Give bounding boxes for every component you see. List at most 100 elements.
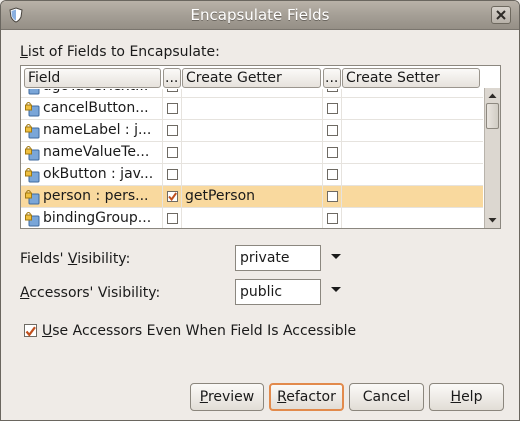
column-header-create-setter[interactable]: Create Setter: [342, 68, 480, 88]
setter-name-cell[interactable]: [342, 120, 483, 142]
field-name: person : pers...: [43, 188, 149, 204]
refactor-button[interactable]: Refactor: [269, 383, 344, 411]
private-field-icon: [24, 89, 40, 95]
setter-name-cell[interactable]: [342, 164, 483, 186]
checkmark-icon: [25, 326, 36, 337]
setter-check-cell: [323, 186, 342, 208]
getter-check-cell: [163, 98, 182, 120]
field-name: okButton : jav...: [43, 166, 154, 182]
scroll-up-icon[interactable]: [485, 89, 500, 102]
private-field-icon: [24, 123, 40, 139]
setter-name-cell[interactable]: [342, 208, 483, 228]
field-name: nameValueTe...: [43, 144, 150, 160]
accessors-visibility-combo[interactable]: public: [235, 279, 321, 305]
getter-name-cell[interactable]: [182, 164, 323, 186]
create-getter-checkbox[interactable]: [167, 213, 178, 224]
private-field-icon: [24, 145, 40, 161]
table-row[interactable]: okButton : jav...: [21, 164, 483, 186]
fields-visibility-dropdown-icon[interactable]: [330, 253, 342, 261]
close-button[interactable]: [491, 6, 511, 24]
create-setter-checkbox[interactable]: [327, 125, 338, 136]
getter-check-cell: [163, 208, 182, 228]
getter-name-cell[interactable]: getPerson: [182, 186, 323, 208]
create-getter-checkbox[interactable]: [167, 147, 178, 158]
table-row[interactable]: person : pers... getPerson: [21, 186, 483, 208]
setter-check-cell: [323, 98, 342, 120]
accessors-visibility-dropdown-icon[interactable]: [330, 286, 342, 294]
private-field-icon: [24, 101, 40, 117]
fields-visibility-combo[interactable]: private: [235, 245, 321, 271]
create-setter-checkbox[interactable]: [327, 103, 338, 114]
table-row[interactable]: bindingGroup...: [21, 208, 483, 228]
setter-check-cell: [323, 208, 342, 228]
scroll-thumb[interactable]: [486, 103, 499, 129]
use-accessors-label[interactable]: Use Accessors Even When Field Is Accessi…: [42, 323, 356, 339]
field-name: agoTaoC.Text...: [43, 89, 148, 97]
setter-check-cell: [323, 142, 342, 164]
table-row[interactable]: nameLabel : j...: [21, 120, 483, 142]
cancel-button[interactable]: Cancel: [349, 383, 424, 411]
column-header-field[interactable]: Field: [24, 68, 161, 88]
field-name: cancelButton...: [43, 100, 149, 116]
create-setter-checkbox[interactable]: [327, 191, 338, 202]
create-setter-checkbox[interactable]: [327, 89, 338, 92]
field-cell[interactable]: nameLabel : j...: [21, 120, 163, 142]
field-name: bindingGroup...: [43, 210, 152, 226]
create-getter-checkbox[interactable]: [167, 191, 178, 202]
fields-table: Field ... Create Getter ... Create Sette…: [20, 65, 501, 229]
fields-visibility-label: Fields' Visibility:: [20, 251, 131, 267]
setter-check-cell: [323, 164, 342, 186]
field-cell[interactable]: okButton : jav...: [21, 164, 163, 186]
close-icon: [496, 10, 506, 20]
field-cell[interactable]: nameValueTe...: [21, 142, 163, 164]
getter-name-cell[interactable]: [182, 120, 323, 142]
help-button[interactable]: Help: [429, 383, 504, 411]
field-cell[interactable]: person : pers...: [21, 186, 163, 208]
table-row[interactable]: cancelButton...: [21, 98, 483, 120]
getter-name-cell[interactable]: [182, 208, 323, 228]
title-bar[interactable]: Encapsulate Fields: [1, 1, 519, 30]
accessors-visibility-label: Accessors' Visibility:: [20, 285, 161, 301]
use-accessors-checkbox[interactable]: [24, 324, 37, 337]
create-getter-checkbox[interactable]: [167, 103, 178, 114]
column-header-create-getter[interactable]: Create Getter: [182, 68, 321, 88]
dialog-title: Encapsulate Fields: [190, 6, 330, 24]
getter-name: getPerson: [185, 188, 256, 204]
column-header-getter-select[interactable]: ...: [163, 68, 181, 88]
scroll-down-icon[interactable]: [485, 214, 500, 227]
setter-name-cell[interactable]: [342, 186, 483, 208]
column-header-setter-select[interactable]: ...: [323, 68, 341, 88]
getter-name-cell[interactable]: [182, 98, 323, 120]
getter-check-cell: [163, 89, 182, 98]
create-setter-checkbox[interactable]: [327, 169, 338, 180]
setter-name-cell[interactable]: [342, 142, 483, 164]
encapsulate-fields-dialog: Encapsulate Fields List of Fields to Enc…: [0, 0, 520, 421]
getter-check-cell: [163, 142, 182, 164]
setter-check-cell: [323, 89, 342, 98]
preview-button[interactable]: Preview: [190, 383, 264, 411]
create-getter-checkbox[interactable]: [167, 125, 178, 136]
create-getter-checkbox[interactable]: [167, 89, 178, 92]
vertical-scrollbar[interactable]: [484, 88, 500, 228]
private-field-icon: [24, 167, 40, 183]
field-name: nameLabel : j...: [43, 122, 152, 138]
table-body: agoTaoC.Text... cancelButton... nameLabel …: [21, 89, 483, 228]
getter-check-cell: [163, 186, 182, 208]
create-setter-checkbox[interactable]: [327, 213, 338, 224]
table-row[interactable]: agoTaoC.Text...: [21, 89, 483, 98]
private-field-icon: [24, 211, 40, 227]
field-cell[interactable]: bindingGroup...: [21, 208, 163, 228]
create-getter-checkbox[interactable]: [167, 169, 178, 180]
private-field-icon: [24, 189, 40, 205]
field-cell[interactable]: cancelButton...: [21, 98, 163, 120]
getter-name-cell[interactable]: [182, 142, 323, 164]
field-cell[interactable]: agoTaoC.Text...: [21, 89, 163, 98]
getter-name-cell[interactable]: [182, 89, 323, 98]
setter-name-cell[interactable]: [342, 98, 483, 120]
fields-list-label: List of Fields to Encapsulate:: [20, 44, 220, 60]
setter-check-cell: [323, 120, 342, 142]
setter-name-cell[interactable]: [342, 89, 483, 98]
getter-check-cell: [163, 164, 182, 186]
table-row[interactable]: nameValueTe...: [21, 142, 483, 164]
create-setter-checkbox[interactable]: [327, 147, 338, 158]
